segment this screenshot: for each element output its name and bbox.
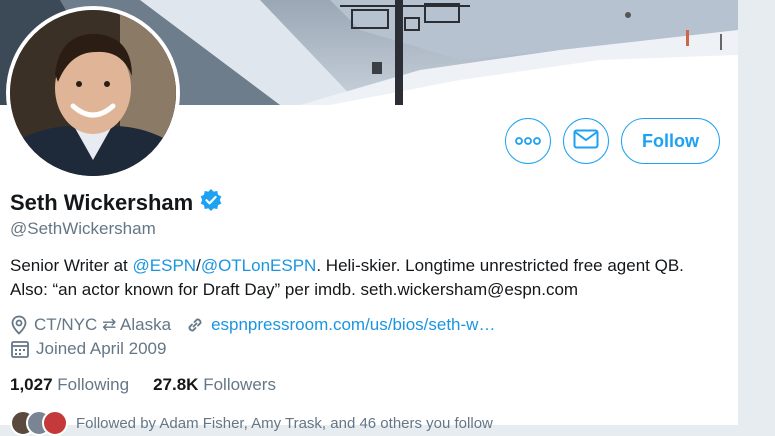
calendar-icon [10,339,30,359]
followed-by-text: Followed by Adam Fisher, Amy Trask, and … [76,414,493,432]
location-pin-icon [10,315,28,335]
profile-meta-row: CT/NYC ⇄ Alaska espnpressroom.com/us/bio… [10,315,495,335]
more-button[interactable] [505,118,551,164]
mention-espn-link[interactable]: @ESPN [133,256,197,275]
follower-avatar [42,410,68,436]
profile-handle: @SethWickersham [10,219,156,238]
followed-by-row[interactable]: Followed by Adam Fisher, Amy Trask, and … [10,410,493,436]
followers-stat[interactable]: 27.8K Followers [153,375,276,395]
profile-card: Follow Seth Wickersham @SethWickersham S… [0,0,739,436]
bio-text-prefix: Senior Writer at [10,256,133,275]
location-text: CT/NYC ⇄ Alaska [34,315,172,334]
followers-label: Followers [203,375,276,394]
mail-icon [573,129,599,154]
verified-badge-icon [199,188,223,217]
profile-bio: Senior Writer at @ESPN/@OTLonESPN. Heli-… [10,254,725,302]
display-name: Seth Wickersham [10,189,194,215]
profile-avatar[interactable] [6,6,180,180]
joined-date: Joined April 2009 [36,339,167,358]
more-icon [515,132,541,150]
following-count: 1,027 [10,375,53,394]
follow-button[interactable]: Follow [621,118,720,164]
mention-otlonespn-link[interactable]: @OTLonESPN [201,256,317,275]
profile-actions: Follow [505,118,720,164]
profile-stats: 1,027 Following 27.8K Followers [10,375,300,395]
name-row: Seth Wickersham [10,188,223,217]
website-link[interactable]: espnpressroom.com/us/bios/seth-w… [211,315,495,335]
message-button[interactable] [563,118,609,164]
followers-count: 27.8K [153,375,199,394]
profile-joined-row: Joined April 2009 [10,339,166,359]
following-stat[interactable]: 1,027 Following [10,375,129,395]
following-label: Following [57,375,130,394]
link-icon [185,315,205,335]
